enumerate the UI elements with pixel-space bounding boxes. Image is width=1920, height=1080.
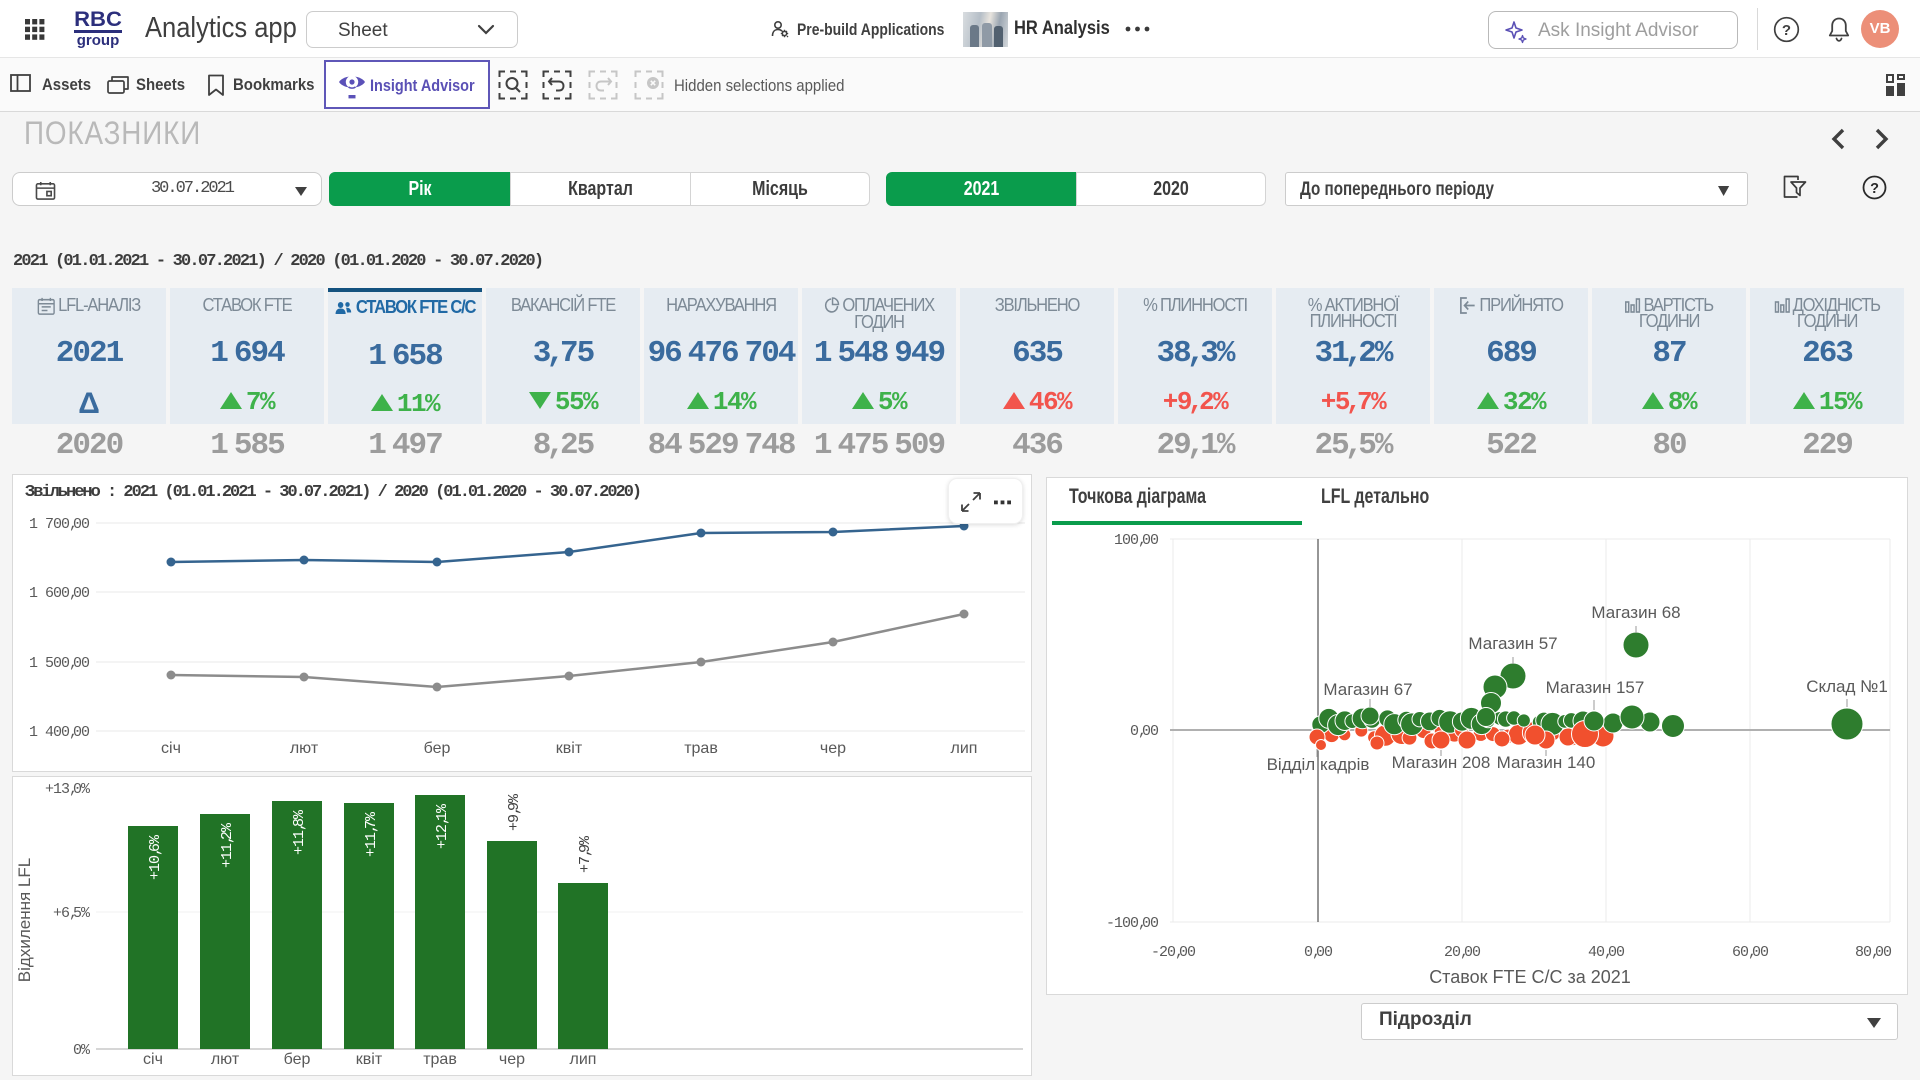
- svg-text:лют: лют: [211, 1051, 240, 1068]
- svg-text:Магазин 68: Магазин 68: [1591, 603, 1680, 622]
- svg-text:100,00: 100,00: [1114, 532, 1159, 549]
- svg-text:?: ?: [1782, 22, 1791, 39]
- svg-text:+11,7%: +11,7%: [363, 811, 380, 857]
- svg-text:1 600,00: 1 600,00: [29, 585, 90, 602]
- svg-text:лип: лип: [951, 740, 978, 757]
- svg-text:?: ?: [1870, 181, 1879, 197]
- svg-text:0%: 0%: [73, 1042, 91, 1059]
- svg-text:трав: трав: [684, 740, 718, 757]
- svg-text:1 700,00: 1 700,00: [29, 516, 90, 533]
- svg-text:40,00: 40,00: [1588, 944, 1625, 961]
- svg-text:лип: лип: [570, 1051, 597, 1068]
- svg-text:+13,0%: +13,0%: [45, 781, 91, 798]
- svg-text:трав: трав: [423, 1051, 457, 1068]
- svg-text:Магазин 57: Магазин 57: [1468, 634, 1557, 653]
- svg-text:80,00: 80,00: [1855, 944, 1892, 961]
- svg-text:+12,1%: +12,1%: [434, 803, 451, 849]
- svg-text:бер: бер: [424, 740, 451, 757]
- svg-text:квіт: квіт: [356, 1051, 383, 1068]
- svg-text:Магазин 67: Магазин 67: [1323, 680, 1412, 699]
- svg-text:Магазин 157: Магазин 157: [1546, 678, 1645, 697]
- svg-text:січ: січ: [143, 1051, 163, 1068]
- svg-text:0,00: 0,00: [1130, 723, 1159, 740]
- svg-text:Відхилення LFL: Відхилення LFL: [15, 858, 34, 982]
- svg-text:+11,2%: +11,2%: [219, 822, 236, 868]
- svg-text:Відділ кадрів: Відділ кадрів: [1267, 755, 1370, 774]
- svg-text:-100,00: -100,00: [1106, 915, 1159, 932]
- svg-text:+9,9%: +9,9%: [506, 793, 523, 831]
- svg-text:чер: чер: [499, 1051, 525, 1068]
- svg-text:1 400,00: 1 400,00: [29, 724, 90, 741]
- svg-text:+11,8%: +11,8%: [291, 809, 308, 855]
- svg-text:-20,00: -20,00: [1151, 944, 1196, 961]
- svg-text:квіт: квіт: [556, 740, 583, 757]
- svg-text:1 500,00: 1 500,00: [29, 655, 90, 672]
- svg-text:Склад №1: Склад №1: [1806, 677, 1888, 696]
- svg-text:бер: бер: [284, 1051, 311, 1068]
- svg-text:чер: чер: [820, 740, 846, 757]
- svg-text:60,00: 60,00: [1732, 944, 1769, 961]
- svg-text:січ: січ: [161, 740, 181, 757]
- svg-text:+7,9%: +7,9%: [577, 835, 594, 873]
- svg-text:0,00: 0,00: [1304, 944, 1333, 961]
- svg-text:+10,6%: +10,6%: [147, 834, 164, 880]
- svg-text:+6,5%: +6,5%: [53, 905, 91, 922]
- svg-text:лют: лют: [290, 740, 319, 757]
- svg-text:20,00: 20,00: [1444, 944, 1481, 961]
- svg-text:Ставок FTE С/С за 2021: Ставок FTE С/С за 2021: [1429, 967, 1631, 987]
